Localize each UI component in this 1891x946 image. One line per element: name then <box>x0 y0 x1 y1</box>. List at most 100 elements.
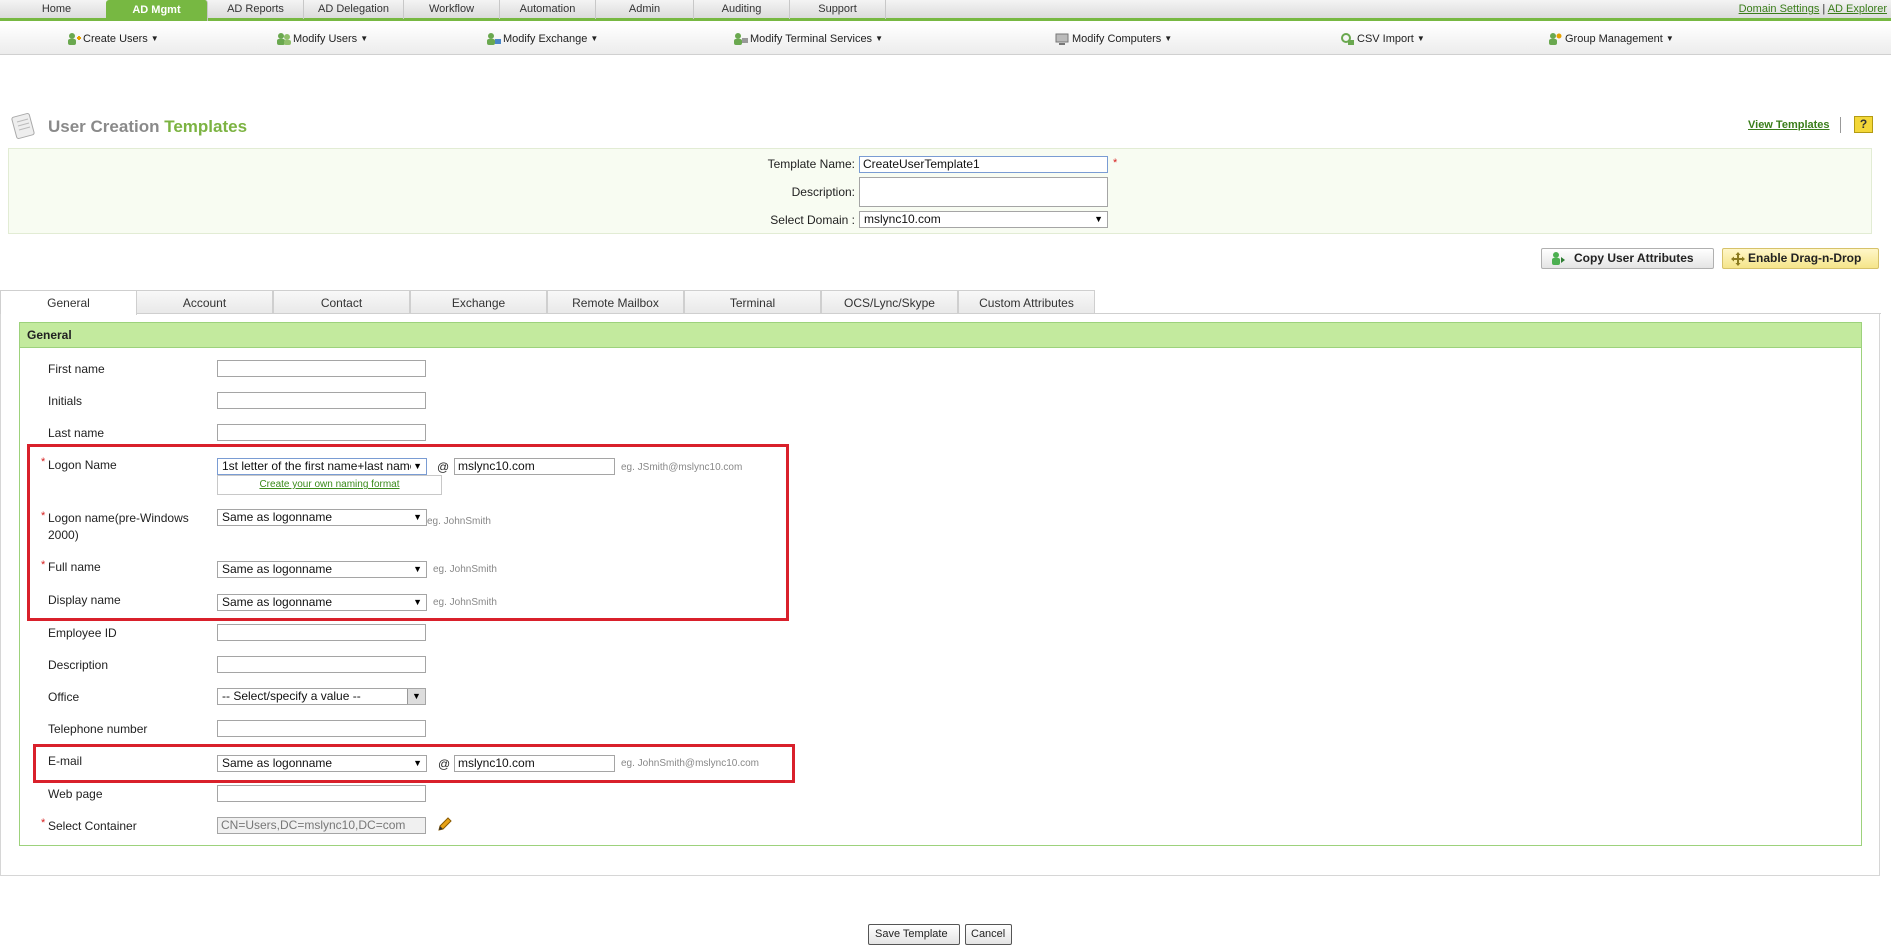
view-templates-link[interactable]: View Templates <box>1748 119 1830 131</box>
nav-tab-workflow[interactable]: Workflow <box>404 0 500 19</box>
chevron-down-icon: ▼ <box>1164 34 1173 44</box>
menu-modify-terminal-services-label: Modify Terminal Services <box>750 33 873 45</box>
menu-modify-exchange[interactable]: Modify Exchange ▼ <box>486 31 598 49</box>
modify-exchange-icon <box>487 33 501 46</box>
enable-drag-n-drop-label: Enable Drag-n-Drop <box>1748 251 1862 265</box>
save-template-button[interactable]: Save Template <box>868 924 960 945</box>
help-button[interactable]: ? <box>1854 116 1873 133</box>
nav-tab-support[interactable]: Support <box>790 0 886 19</box>
telephone-label: Telephone number <box>48 722 148 736</box>
menu-group-management-label: Group Management <box>1565 33 1663 45</box>
telephone-input[interactable] <box>217 720 426 737</box>
page-title-highlight: Templates <box>164 117 248 136</box>
select-container-label: Select Container <box>48 819 137 833</box>
highlight-box-email <box>33 744 795 783</box>
container-input[interactable]: CN=Users,DC=mslync10,DC=com <box>217 817 426 834</box>
create-users-icon <box>68 33 81 46</box>
nav-tab-ad-delegation[interactable]: AD Delegation <box>304 0 404 19</box>
description-input[interactable] <box>217 656 426 673</box>
first-name-label: First name <box>48 362 105 376</box>
page-title-main: User Creation <box>48 117 165 136</box>
nav-tab-ad-reports[interactable]: AD Reports <box>208 0 304 19</box>
dropdown-arrow-icon: ▼ <box>407 689 425 704</box>
menu-csv-import[interactable]: CSV Import ▼ <box>1340 31 1425 49</box>
required-marker: * <box>41 817 46 829</box>
document-icon <box>11 112 35 140</box>
sub-navigation: Create Users ▼ Modify Users ▼ Modify Excha… <box>0 24 1891 55</box>
user-copy-icon <box>1552 252 1565 265</box>
required-marker: * <box>1113 157 1118 169</box>
domain-settings-link[interactable]: Domain Settings <box>1739 3 1820 15</box>
chevron-down-icon: ▼ <box>590 34 599 44</box>
csv-import-icon <box>1341 33 1354 46</box>
template-name-input[interactable]: CreateUserTemplate1 <box>859 156 1108 173</box>
last-name-label: Last name <box>48 426 105 440</box>
general-section-heading: General <box>20 323 1861 348</box>
last-name-input[interactable] <box>217 424 426 441</box>
highlight-box-logon <box>27 444 789 621</box>
pencil-icon[interactable] <box>437 816 453 832</box>
nav-tab-admin[interactable]: Admin <box>596 0 694 19</box>
office-value: -- Select/specify a value -- <box>222 689 361 703</box>
template-name-label: Template Name: <box>767 157 855 171</box>
modify-terminal-services-icon <box>734 33 748 46</box>
top-links: Domain Settings | AD Explorer <box>1739 3 1887 15</box>
tab-account[interactable]: Account <box>136 290 273 314</box>
top-navigation: Home AD Mgmt AD Reports AD Delegation Wo… <box>0 0 1891 21</box>
move-icon <box>1731 252 1745 266</box>
nav-tab-home[interactable]: Home <box>0 0 114 19</box>
page-title: User Creation Templates <box>48 117 247 137</box>
domain-select[interactable]: mslync10.com ▼ <box>859 211 1108 228</box>
menu-modify-computers[interactable]: Modify Computers ▼ <box>1055 31 1172 49</box>
modify-users-icon <box>277 33 291 46</box>
web-page-input[interactable] <box>217 785 426 802</box>
chevron-down-icon: ▼ <box>1416 34 1425 44</box>
group-management-icon <box>1549 33 1562 46</box>
menu-modify-terminal-services[interactable]: Modify Terminal Services ▼ <box>733 31 883 49</box>
chevron-down-icon: ▼ <box>360 34 369 44</box>
menu-create-users[interactable]: Create Users ▼ <box>66 31 159 49</box>
select-domain-label: Select Domain : <box>770 213 855 227</box>
template-description-label: Description: <box>791 185 855 199</box>
copy-user-attributes-button[interactable]: Copy User Attributes <box>1541 248 1714 269</box>
menu-modify-users-label: Modify Users <box>293 33 358 45</box>
tab-general[interactable]: General <box>0 290 137 315</box>
tab-ocs-lync-skype[interactable]: OCS/Lync/Skype <box>821 290 958 314</box>
menu-create-users-label: Create Users <box>83 33 148 45</box>
nav-tab-automation[interactable]: Automation <box>500 0 596 19</box>
tab-remote-mailbox[interactable]: Remote Mailbox <box>547 290 684 314</box>
chevron-down-icon: ▼ <box>150 34 159 44</box>
office-label: Office <box>48 690 80 704</box>
domain-select-value: mslync10.com <box>864 212 941 226</box>
computer-icon <box>1055 33 1069 46</box>
tab-custom-attributes[interactable]: Custom Attributes <box>958 290 1095 314</box>
template-description-textarea[interactable] <box>859 177 1108 207</box>
tab-exchange[interactable]: Exchange <box>410 290 547 314</box>
chevron-down-icon: ▼ <box>1665 34 1674 44</box>
tab-contact[interactable]: Contact <box>273 290 410 314</box>
copy-user-attributes-label: Copy User Attributes <box>1574 251 1694 265</box>
menu-modify-users[interactable]: Modify Users ▼ <box>276 31 368 49</box>
employee-id-label: Employee ID <box>48 626 117 640</box>
nav-tab-ad-mgmt[interactable]: AD Mgmt <box>106 0 208 21</box>
enable-drag-n-drop-button[interactable]: Enable Drag-n-Drop <box>1722 248 1879 269</box>
menu-modify-exchange-label: Modify Exchange <box>503 33 588 45</box>
first-name-input[interactable] <box>217 360 426 377</box>
menu-modify-computers-label: Modify Computers <box>1072 33 1162 45</box>
menu-group-management[interactable]: Group Management ▼ <box>1548 31 1674 49</box>
dropdown-arrow-icon: ▼ <box>1094 214 1103 224</box>
web-page-label: Web page <box>48 787 103 801</box>
top-links-separator: | <box>1822 3 1826 15</box>
nav-tab-auditing[interactable]: Auditing <box>694 0 790 19</box>
ad-explorer-link[interactable]: AD Explorer <box>1828 3 1887 15</box>
menu-csv-import-label: CSV Import <box>1357 33 1414 45</box>
tab-terminal[interactable]: Terminal <box>684 290 821 314</box>
employee-id-input[interactable] <box>217 624 426 641</box>
description-label: Description <box>48 658 109 672</box>
office-combobox[interactable]: -- Select/specify a value -- ▼ <box>217 688 426 705</box>
chevron-down-icon: ▼ <box>875 34 883 44</box>
initials-input[interactable] <box>217 392 426 409</box>
initials-label: Initials <box>48 394 83 408</box>
divider <box>1840 117 1841 133</box>
cancel-button[interactable]: Cancel <box>965 924 1012 945</box>
